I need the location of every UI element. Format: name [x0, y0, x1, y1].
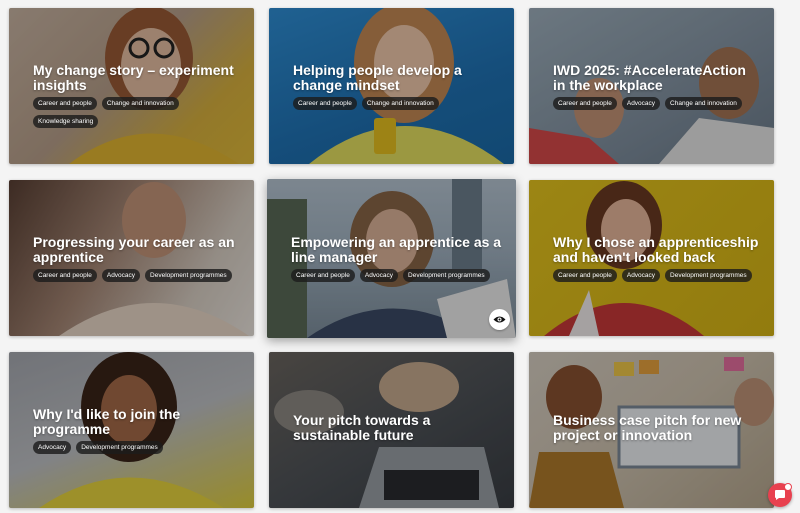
article-card-7[interactable]: Why I'd like to join the programme Advoc… [9, 352, 254, 508]
tag-chip[interactable]: Career and people [553, 269, 617, 282]
card-4-title: Progressing your career as an apprentice [33, 234, 235, 265]
tag-chip[interactable]: Development programmes [76, 441, 163, 454]
card-2-title: Helping people develop a change mindset [293, 62, 462, 93]
article-card-5[interactable]: Empowering an apprentice as a line manag… [267, 179, 516, 338]
tag-chip[interactable]: Advocacy [33, 441, 72, 454]
tag-chip[interactable]: Career and people [553, 97, 617, 110]
article-card-4[interactable]: Progressing your career as an apprentice… [9, 180, 254, 336]
tag-chip[interactable]: Development programmes [403, 269, 490, 282]
tag-chip[interactable]: Development programmes [145, 269, 232, 282]
tag-chip[interactable]: Career and people [33, 97, 97, 110]
tag-chip[interactable]: Change and innovation [101, 97, 179, 110]
card-8-title: Your pitch towards a sustainable future [293, 412, 431, 443]
tag-chip[interactable]: Change and innovation [665, 97, 742, 110]
article-card-6[interactable]: Why I chose an apprenticeship and haven'… [529, 180, 774, 336]
article-card-1[interactable]: My change story – experiment insights Ca… [9, 8, 254, 164]
notification-dot [784, 483, 792, 491]
card-7-title: Why I'd like to join the programme [33, 406, 181, 437]
card-1-title: My change story – experiment insights [33, 62, 234, 93]
tag-chip[interactable]: Knowledge sharing [33, 115, 99, 128]
tag-chip[interactable]: Advocacy [359, 269, 399, 282]
card-9-title: Business case pitch for new project or i… [553, 412, 742, 443]
article-card-2[interactable]: Helping people develop a change mindset … [269, 8, 514, 164]
tag-chip[interactable]: Development programmes [665, 269, 752, 282]
tag-chip[interactable]: Career and people [33, 269, 97, 282]
tag-chip[interactable]: Career and people [291, 269, 355, 282]
tag-chip[interactable]: Change and innovation [361, 97, 439, 110]
eye-icon [493, 316, 506, 323]
tag-chip[interactable]: Career and people [293, 97, 357, 110]
card-5-title: Empowering an apprentice as a line manag… [291, 234, 502, 265]
article-card-3[interactable]: IWD 2025: #AccelerateAction in the workp… [529, 8, 774, 164]
tag-chip[interactable]: Advocacy [101, 269, 141, 282]
article-card-8[interactable]: Your pitch towards a sustainable future [269, 352, 514, 508]
chat-icon [775, 490, 785, 500]
preview-button[interactable] [489, 309, 510, 330]
card-3-title: IWD 2025: #AccelerateAction in the workp… [553, 62, 746, 93]
card-6-title: Why I chose an apprenticeship and haven'… [553, 234, 759, 265]
chat-launcher-button[interactable] [768, 483, 792, 507]
tag-chip[interactable]: Advocacy [621, 97, 661, 110]
tag-chip[interactable]: Advocacy [621, 269, 661, 282]
article-card-9[interactable]: Business case pitch for new project or i… [529, 352, 774, 508]
